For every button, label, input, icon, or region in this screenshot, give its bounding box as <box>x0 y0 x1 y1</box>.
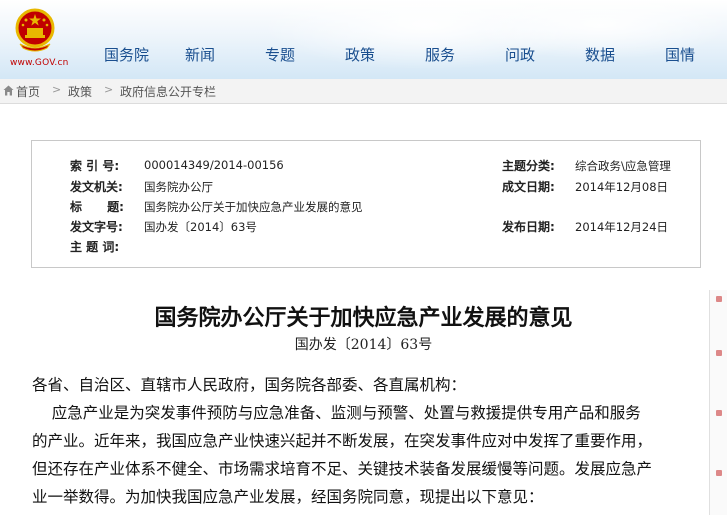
issuer-label: 发文机关: <box>70 180 123 194</box>
body-line: 业一举数得。为加快我国应急产业发展，经国务院同意，现提出以下意见： <box>32 488 544 506</box>
created-date-label: 成文日期: <box>502 180 555 194</box>
index-number-label: 索 引 号: <box>70 159 120 173</box>
category-label: 主题分类: <box>502 159 555 173</box>
side-share-panel <box>709 290 727 515</box>
nav-item-services[interactable]: 服务 <box>425 44 455 65</box>
keywords-label: 主 题 词: <box>70 240 120 254</box>
home-icon[interactable] <box>3 85 14 96</box>
title-label: 标 题: <box>70 200 124 214</box>
main-nav: 国务院 新闻 专题 政策 服务 问政 数据 国情 <box>0 44 727 68</box>
breadcrumb-separator: > <box>52 83 62 96</box>
breadcrumb-home[interactable]: 首页 <box>16 83 40 100</box>
published-date-value: 2014年12月24日 <box>575 220 669 234</box>
nav-item-guowuyuan[interactable]: 国务院 <box>104 44 149 65</box>
index-number-value: 000014349/2014-00156 <box>144 158 284 172</box>
nav-item-news[interactable]: 新闻 <box>185 44 215 65</box>
breadcrumb-gov-info[interactable]: 政府信息公开专栏 <box>120 83 216 100</box>
document-info-box: 索 引 号: 000014349/2014-00156 主题分类: 综合政务\应… <box>31 140 701 268</box>
breadcrumb-separator: > <box>104 83 114 96</box>
nav-item-topics[interactable]: 专题 <box>265 44 295 65</box>
issuer-value: 国务院办公厅 <box>144 180 213 194</box>
side-panel-marker[interactable] <box>716 470 722 476</box>
nav-item-inquiry[interactable]: 问政 <box>505 44 535 65</box>
salutation: 各省、自治区、直辖市人民政府，国务院各部委、各直属机构： <box>32 376 467 394</box>
side-panel-marker[interactable] <box>716 296 722 302</box>
site-header: www.GOV.cn 国务院 新闻 专题 政策 服务 问政 数据 国情 <box>0 0 727 79</box>
title-value: 国务院办公厅关于加快应急产业发展的意见 <box>144 200 363 214</box>
document-number: 国办发〔2014〕63号 <box>294 337 433 353</box>
nav-item-data[interactable]: 数据 <box>585 44 615 65</box>
breadcrumb-policy[interactable]: 政策 <box>68 83 92 100</box>
document-title: 国务院办公厅关于加快应急产业发展的意见 <box>154 305 573 331</box>
side-panel-marker[interactable] <box>716 410 722 416</box>
side-panel-marker[interactable] <box>716 350 722 356</box>
nav-item-national[interactable]: 国情 <box>665 44 695 65</box>
document-number-label: 发文字号: <box>70 220 123 234</box>
body-line: 但还存在产业体系不健全、市场需求培育不足、关键技术装备发展缓慢等问题。发展应急产 <box>32 460 653 478</box>
created-date-value: 2014年12月08日 <box>575 180 669 194</box>
published-date-label: 发布日期: <box>502 220 555 234</box>
nav-item-policy[interactable]: 政策 <box>345 44 375 65</box>
breadcrumb: 首页 > 政策 > 政府信息公开专栏 <box>0 79 727 104</box>
category-value: 综合政务\应急管理 <box>575 159 671 173</box>
document-number-value: 国办发〔2014〕63号 <box>144 220 257 234</box>
body-line: 的产业。近年来，我国应急产业快速兴起并不断发展，在突发事件应对中发挥了重要作用， <box>32 432 653 450</box>
body-line: 应急产业是为突发事件预防与应急准备、监测与预警、处置与救援提供专用产品和服务 <box>32 404 641 422</box>
